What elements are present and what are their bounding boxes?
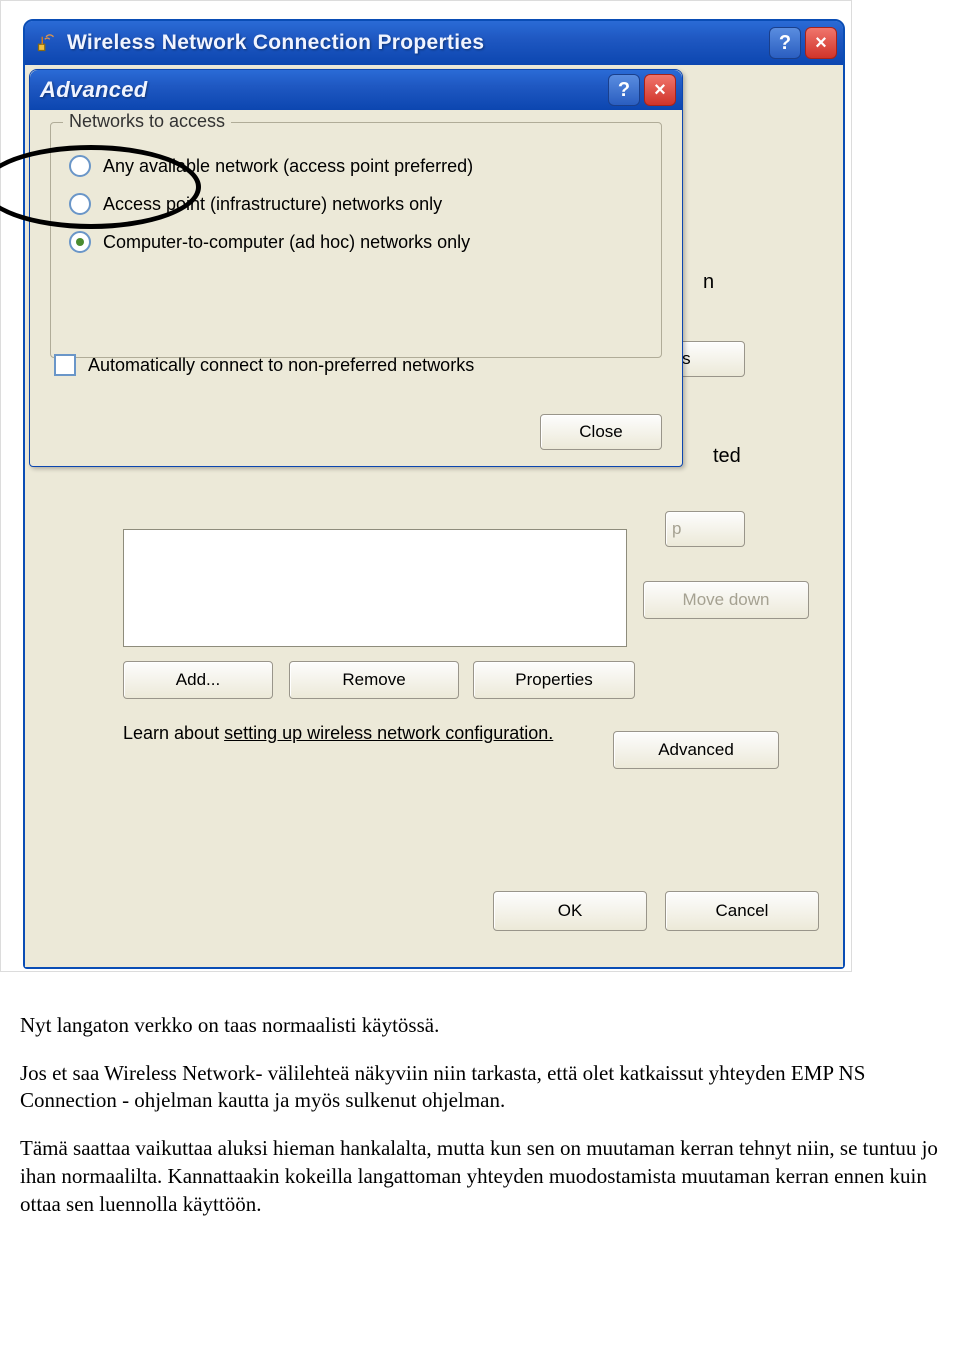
close-dialog-button[interactable]: Close: [540, 414, 662, 450]
help-icon: ?: [618, 79, 630, 102]
radio-label: Access point (infrastructure) networks o…: [103, 194, 442, 215]
move-down-button[interactable]: Move down: [643, 581, 809, 619]
remove-button[interactable]: Remove: [289, 661, 459, 699]
button-label: Move down: [683, 590, 770, 610]
learn-link[interactable]: setting up wireless network configuratio…: [224, 723, 553, 743]
button-label: Add...: [176, 670, 220, 690]
properties-button[interactable]: Properties: [473, 661, 635, 699]
button-label: Properties: [515, 670, 592, 690]
radio-any-available[interactable]: Any available network (access point pref…: [69, 147, 643, 185]
screenshot-region: Wireless Network Connection Properties ?…: [0, 0, 852, 972]
close-icon: ×: [654, 79, 666, 102]
close-icon: ×: [815, 32, 827, 55]
radio-label: Computer-to-computer (ad hoc) networks o…: [103, 232, 470, 253]
button-label: Remove: [342, 670, 405, 690]
advanced-dialog: Advanced ? × Networks to access Any avai…: [29, 69, 683, 467]
close-button[interactable]: ×: [805, 27, 837, 59]
help-button[interactable]: ?: [769, 27, 801, 59]
partial-button-p[interactable]: p: [665, 511, 745, 547]
partial-button-label: p: [672, 519, 681, 539]
button-label: Cancel: [716, 901, 769, 921]
properties-titlebar[interactable]: Wireless Network Connection Properties ?…: [25, 21, 843, 65]
ok-button[interactable]: OK: [493, 891, 647, 931]
learn-pre: Learn about: [123, 723, 224, 743]
close-button[interactable]: ×: [644, 74, 676, 106]
document-text: Nyt langaton verkko on taas normaalisti …: [20, 1012, 940, 1218]
button-label: Close: [579, 422, 622, 442]
paragraph-1: Nyt langaton verkko on taas normaalisti …: [20, 1012, 940, 1040]
properties-title: Wireless Network Connection Properties: [67, 31, 769, 55]
paragraph-2: Jos et saa Wireless Network- välilehteä …: [20, 1060, 940, 1115]
radio-adhoc-only[interactable]: Computer-to-computer (ad hoc) networks o…: [69, 223, 643, 261]
advanced-title: Advanced: [40, 77, 608, 103]
radio-icon: [69, 155, 91, 177]
advanced-button[interactable]: Advanced: [613, 731, 779, 769]
radio-access-point-only[interactable]: Access point (infrastructure) networks o…: [69, 185, 643, 223]
radio-icon: [69, 193, 91, 215]
help-icon: ?: [779, 32, 791, 55]
checkbox-icon: [54, 354, 76, 376]
learn-about-text: Learn about setting up wireless network …: [123, 721, 563, 745]
help-button[interactable]: ?: [608, 74, 640, 106]
preferred-networks-list[interactable]: [123, 529, 627, 647]
radio-label: Any available network (access point pref…: [103, 156, 473, 177]
button-label: OK: [558, 901, 583, 921]
cancel-button[interactable]: Cancel: [665, 891, 819, 931]
paragraph-3: Tämä saattaa vaikuttaa aluksi hieman han…: [20, 1135, 940, 1218]
checkbox-label: Automatically connect to non-preferred n…: [88, 355, 474, 376]
partial-text-ted: ted: [713, 445, 741, 468]
wireless-icon: [35, 32, 57, 54]
auto-connect-checkbox[interactable]: Automatically connect to non-preferred n…: [54, 354, 474, 376]
partial-text-n: n: [703, 271, 714, 294]
groupbox-label: Networks to access: [63, 111, 231, 132]
button-label: Advanced: [658, 740, 734, 760]
advanced-titlebar[interactable]: Advanced ? ×: [30, 70, 682, 110]
networks-to-access-group: Networks to access Any available network…: [50, 122, 662, 358]
add-button[interactable]: Add...: [123, 661, 273, 699]
radio-icon: [69, 231, 91, 253]
